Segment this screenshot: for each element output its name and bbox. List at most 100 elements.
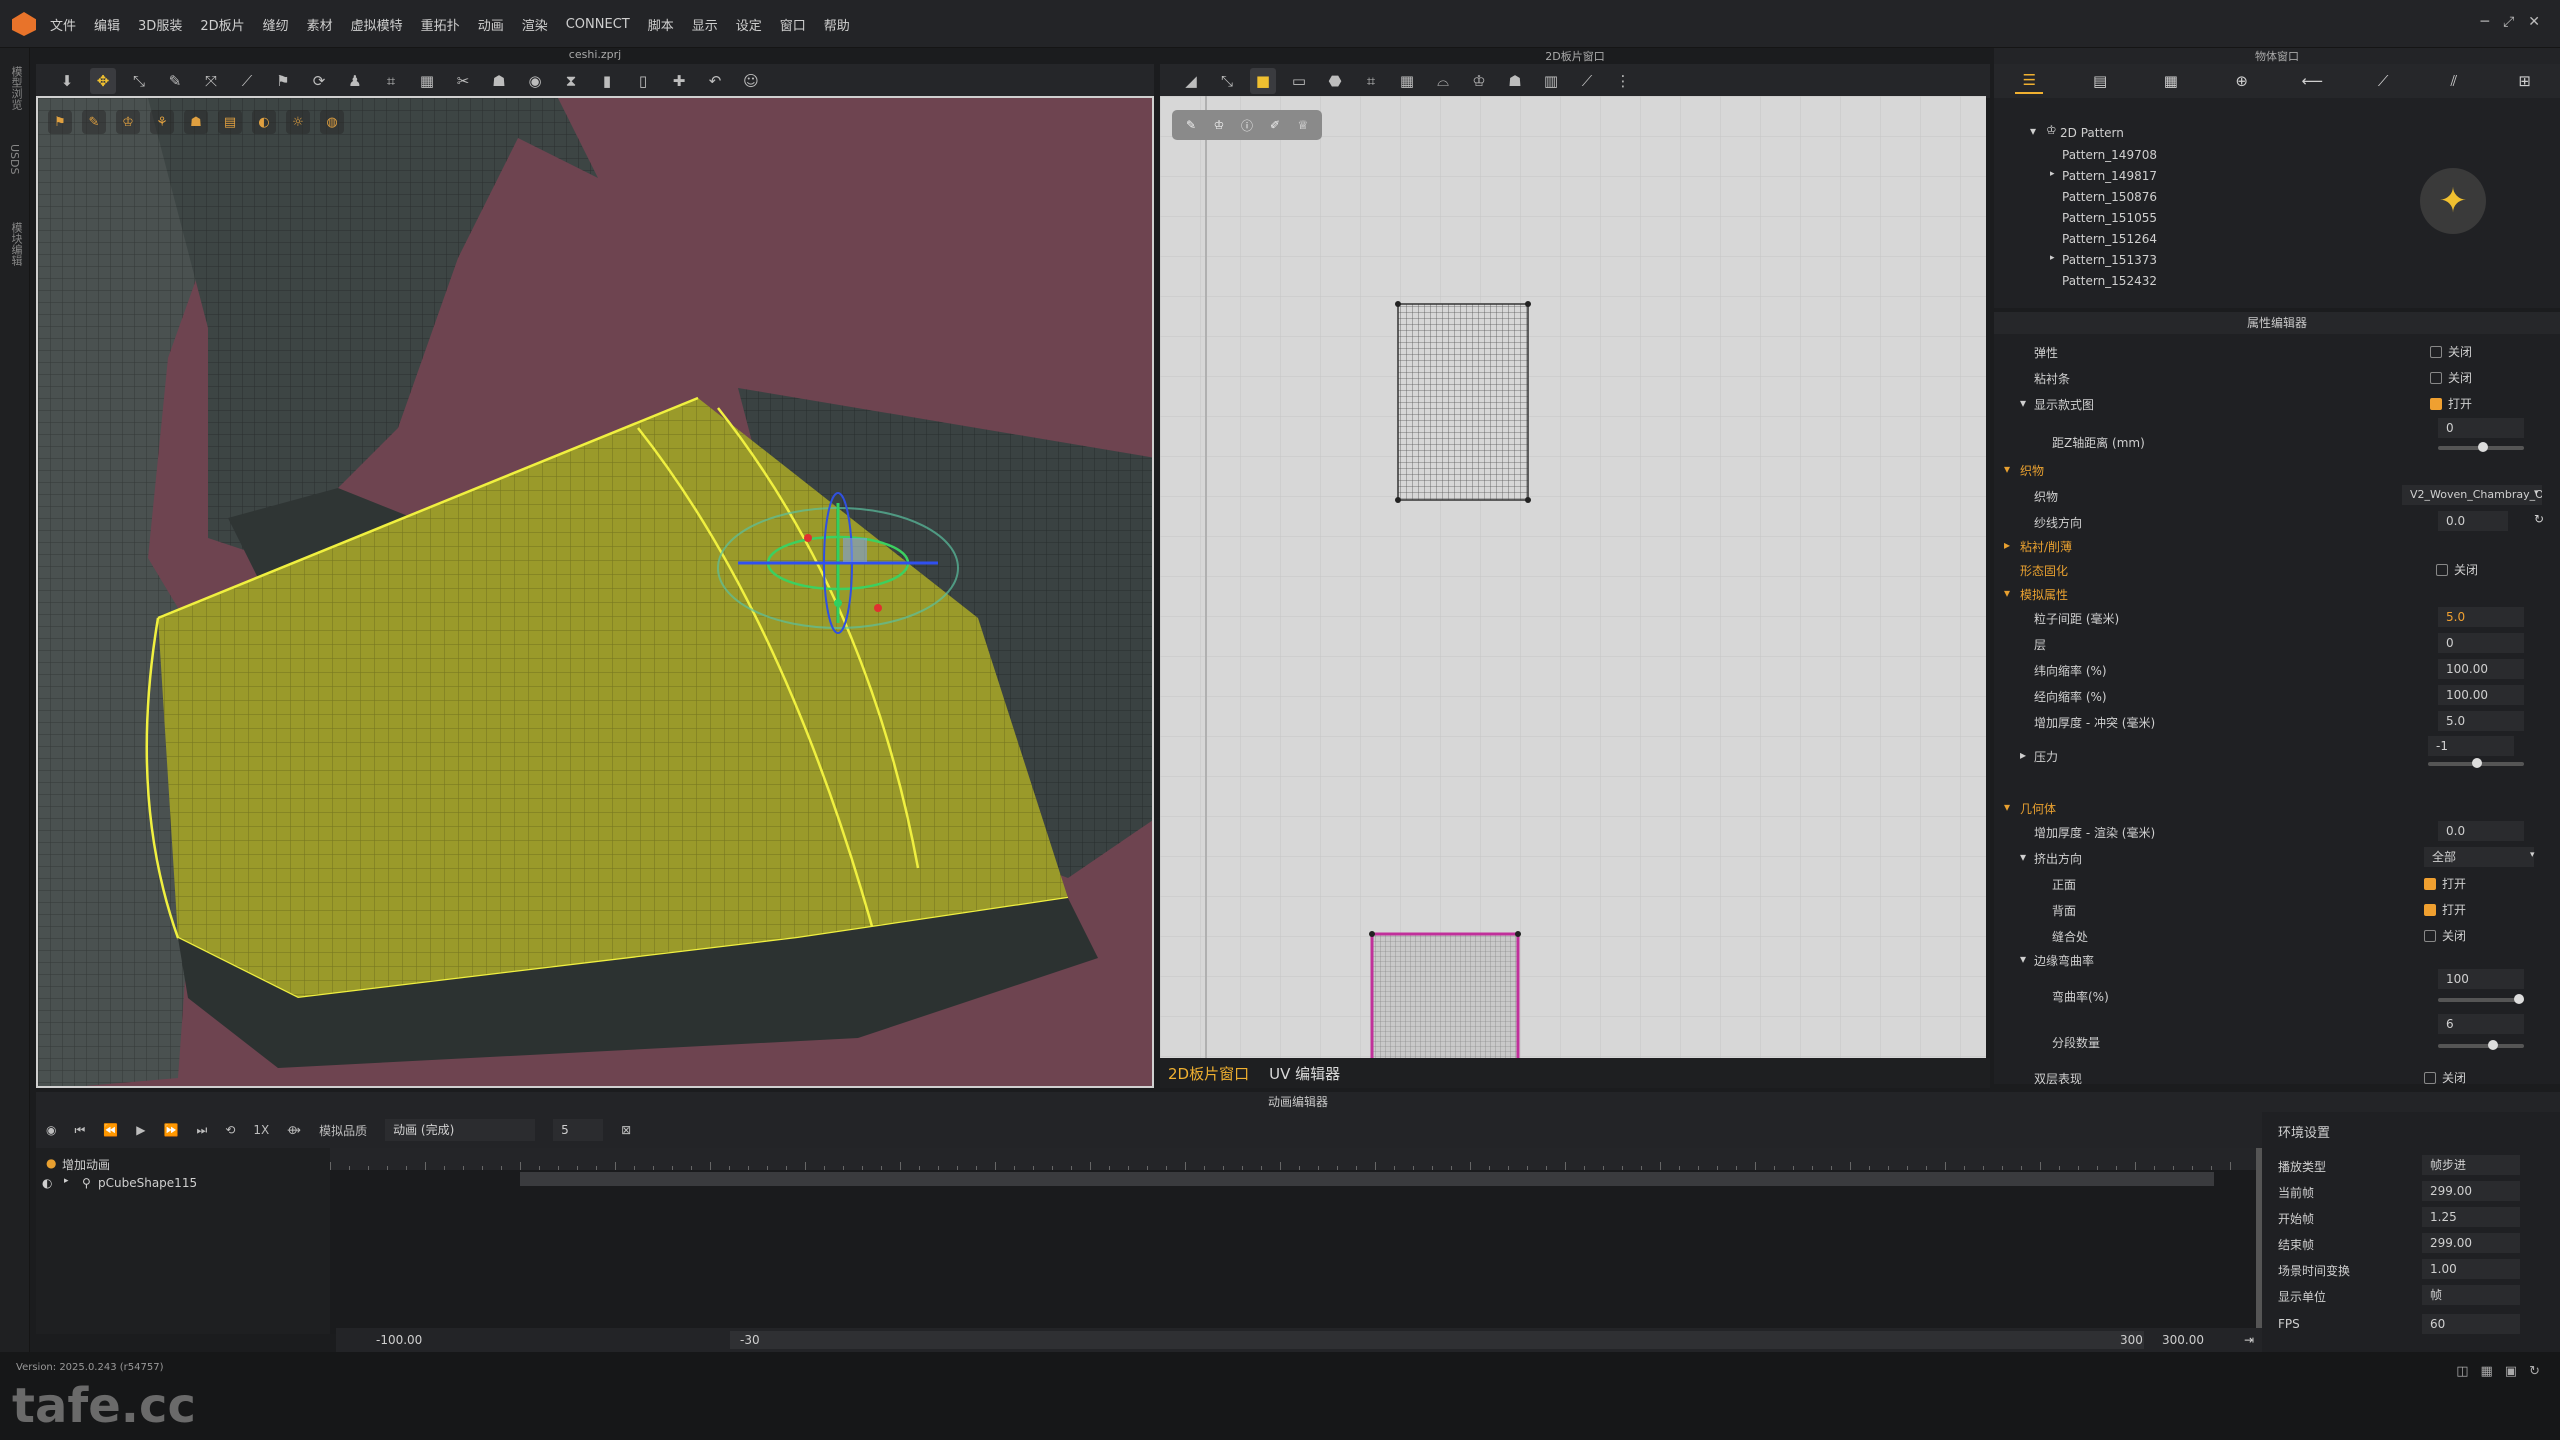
steps-input[interactable]: 5 bbox=[553, 1119, 604, 1141]
pattern-garment-mode-icon[interactable]: ♔ bbox=[1208, 114, 1230, 136]
add-animation-button[interactable]: 增加动画 bbox=[62, 1156, 110, 1173]
close-icon[interactable]: ✕ bbox=[2528, 14, 2540, 30]
transform-pattern-tool-icon[interactable]: ⤡ bbox=[1214, 68, 1240, 94]
tape-tool-icon[interactable]: ✂ bbox=[450, 68, 476, 94]
menu-item-12[interactable]: 显示 bbox=[692, 15, 718, 34]
arrow-expanded-icon[interactable]: ▾ bbox=[2020, 952, 2026, 966]
section-bond[interactable]: 粘衬/削薄 bbox=[2020, 538, 2072, 555]
menu-item-2[interactable]: 3D服装 bbox=[138, 15, 182, 34]
section-arrow-icon[interactable]: ▾ bbox=[2004, 800, 2010, 814]
slider-handle[interactable] bbox=[2478, 442, 2488, 452]
internal-polygon-tool-icon[interactable]: ⬣ bbox=[1322, 68, 1348, 94]
export-icon[interactable]: ⊠ bbox=[621, 1123, 631, 1137]
env-value-1[interactable]: 299.00 bbox=[2422, 1181, 2520, 1201]
fit-range-icon[interactable]: ⇥ bbox=[2244, 1333, 2254, 1347]
particle-distance-input[interactable]: 5.0 bbox=[2438, 607, 2524, 627]
section-collapsed-arrow-icon[interactable]: ▸ bbox=[2004, 538, 2010, 552]
line-icon[interactable]: ⟋ bbox=[2369, 68, 2397, 94]
menu-item-10[interactable]: CONNECT bbox=[566, 17, 630, 32]
arrow-expanded-icon[interactable]: ▾ bbox=[2020, 850, 2026, 864]
menu-item-9[interactable]: 渲染 bbox=[522, 15, 548, 34]
garment-display-icon[interactable]: ♔ bbox=[116, 110, 140, 134]
dart-tool-icon[interactable]: ⌗ bbox=[1358, 68, 1384, 94]
layout-grid-icon[interactable]: ▦ bbox=[2481, 1364, 2493, 1379]
edit-pattern-tool-icon[interactable]: ◢ bbox=[1178, 68, 1204, 94]
track-name[interactable]: pCubeShape115 bbox=[98, 1176, 197, 1190]
play-icon[interactable]: ▶ bbox=[136, 1123, 145, 1137]
tab-2d-pattern[interactable]: 2D板片窗口 bbox=[1168, 1063, 1249, 1084]
tree-item-expand-icon[interactable]: ▸ bbox=[2050, 169, 2055, 179]
pattern-edit-mode-icon[interactable]: ✎ bbox=[1180, 114, 1202, 136]
garment-pattern-tool-icon[interactable]: ♔ bbox=[1466, 68, 1492, 94]
toggle-front[interactable]: 打开 bbox=[2424, 875, 2466, 892]
weft-input[interactable]: 100.00 bbox=[2438, 685, 2524, 705]
select-mesh-tool-icon[interactable]: ⬇ bbox=[54, 68, 80, 94]
figure-tool-icon[interactable]: ☺ bbox=[738, 68, 764, 94]
section-arrow-icon[interactable]: ▾ bbox=[2004, 586, 2010, 600]
transform-tool-icon[interactable]: ⤡ bbox=[126, 68, 152, 94]
range-slider[interactable] bbox=[730, 1331, 2144, 1349]
add-anim-icon[interactable]: ● bbox=[46, 1156, 56, 1170]
slider-handle[interactable] bbox=[2514, 994, 2524, 1004]
layout-single-icon[interactable]: ▣ bbox=[2505, 1364, 2517, 1379]
env-value-2[interactable]: 1.25 bbox=[2422, 1207, 2520, 1227]
visibility-icon[interactable]: ◐ bbox=[42, 1176, 52, 1190]
light-display-icon[interactable]: ☼ bbox=[286, 110, 310, 134]
menu-item-0[interactable]: 文件 bbox=[50, 15, 76, 34]
tree-root-label[interactable]: 2D Pattern bbox=[2060, 126, 2124, 140]
rectangle-tool-icon[interactable]: ■ bbox=[1250, 68, 1276, 94]
fabric-display-icon[interactable]: ⚘ bbox=[150, 110, 174, 134]
collapsed-arrow-icon[interactable]: ▸ bbox=[2020, 748, 2026, 762]
left-strip-tab-2[interactable]: 模块编辑 bbox=[8, 222, 24, 282]
fold-pattern-tool-icon[interactable]: ⌓ bbox=[1430, 68, 1456, 94]
toggle-seam[interactable]: 关闭 bbox=[2424, 927, 2466, 944]
fold-tool-icon[interactable]: ⤧ bbox=[198, 68, 224, 94]
grid-pattern-tool-icon[interactable]: ▦ bbox=[1394, 68, 1420, 94]
speed-label[interactable]: 1X bbox=[253, 1123, 269, 1137]
menu-item-8[interactable]: 动画 bbox=[478, 15, 504, 34]
go-end-icon[interactable]: ⏭ bbox=[196, 1123, 207, 1138]
menu-item-4[interactable]: 缝纫 bbox=[263, 15, 289, 34]
slider-handle[interactable] bbox=[2488, 1040, 2498, 1050]
thickness-render-input[interactable]: 0.0 bbox=[2438, 821, 2524, 841]
env-value-0[interactable]: 帧步进 bbox=[2422, 1155, 2520, 1175]
tree-item-pattern-3[interactable]: Pattern_151055 bbox=[2062, 211, 2157, 225]
move-tool-icon[interactable]: ✥ bbox=[90, 68, 116, 94]
seam-pattern-tool-icon[interactable]: ▥ bbox=[1538, 68, 1564, 94]
reset-icon[interactable]: ↻ bbox=[2534, 512, 2544, 526]
line-tool-icon[interactable]: ⟋ bbox=[1574, 68, 1600, 94]
track-expand-icon[interactable]: ▸ bbox=[64, 1176, 69, 1186]
record-icon[interactable]: ◉ bbox=[46, 1123, 56, 1137]
z-distance-input[interactable]: 0 bbox=[2438, 418, 2524, 438]
avatar-display-icon[interactable]: ⚑ bbox=[48, 110, 72, 134]
left-strip-tab-0[interactable]: 模型浏览 bbox=[8, 66, 24, 126]
pattern-info-icon[interactable]: ⓘ bbox=[1236, 114, 1258, 136]
seam-tool-icon[interactable]: ⌗ bbox=[378, 68, 404, 94]
pose-tool-icon[interactable]: ✚ bbox=[666, 68, 692, 94]
topstitch-icon[interactable]: ⟵ bbox=[2298, 68, 2326, 94]
toggle-back[interactable]: 打开 bbox=[2424, 901, 2466, 918]
snap-tool-icon[interactable]: ▮ bbox=[594, 68, 620, 94]
thickness-collision-input[interactable]: 5.0 bbox=[2438, 711, 2524, 731]
slider-handle[interactable] bbox=[2472, 758, 2482, 768]
dropdown-arrow-icon[interactable]: ▾ bbox=[2534, 488, 2539, 498]
pattern-stitch-icon[interactable]: ✐ bbox=[1264, 114, 1286, 136]
tab-uv-editor[interactable]: UV 编辑器 bbox=[1269, 1063, 1340, 1084]
minimize-icon[interactable]: ─ bbox=[2481, 14, 2489, 30]
dropdown-arrow-icon[interactable]: ▾ bbox=[2530, 850, 2535, 860]
restore-icon[interactable]: ⤢ bbox=[2503, 14, 2514, 30]
refresh-icon[interactable]: ↻ bbox=[2529, 1364, 2540, 1379]
avatar-pattern-tool-icon[interactable]: ☗ bbox=[1502, 68, 1528, 94]
menu-item-5[interactable]: 素材 bbox=[307, 15, 333, 34]
button-icon[interactable]: ⊕ bbox=[2228, 68, 2256, 94]
viewport-3d[interactable]: ⚑ ✎ ♔ ⚘ ☗ ▤ ◐ ☼ ◍ bbox=[36, 96, 1154, 1088]
tree-root-arrow-icon[interactable]: ▾ bbox=[2030, 124, 2036, 138]
tree-item-pattern-2[interactable]: Pattern_150876 bbox=[2062, 190, 2157, 204]
env-value-5[interactable]: 帧 bbox=[2422, 1285, 2520, 1305]
measure-tool-icon[interactable]: ⟋ bbox=[234, 68, 260, 94]
go-start-icon[interactable]: ⏮ bbox=[74, 1123, 85, 1138]
grid-tool-icon[interactable]: ▦ bbox=[414, 68, 440, 94]
tree-item-pattern-5[interactable]: Pattern_151373 bbox=[2062, 253, 2157, 267]
menu-item-7[interactable]: 重拓扑 bbox=[421, 15, 460, 34]
pressure-input[interactable]: -1 bbox=[2428, 736, 2514, 756]
